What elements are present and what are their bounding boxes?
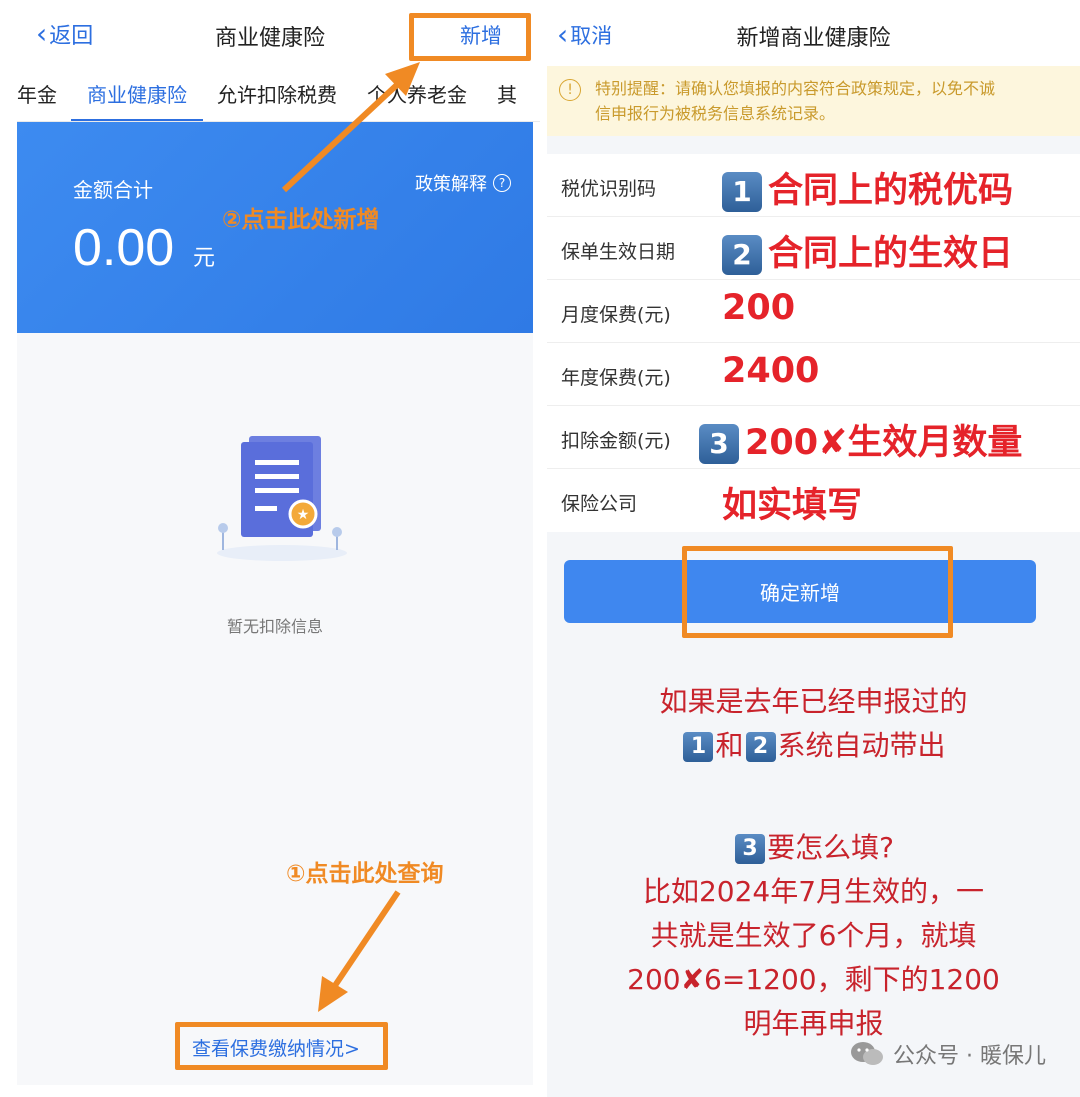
field-label: 扣除金额(元) [561, 430, 671, 452]
step-badge: 3 [699, 424, 739, 464]
policy-link[interactable]: 政策解释 ? [415, 170, 511, 196]
annotation-query-text: ①点击此处查询 [286, 861, 444, 887]
note-line: 3 要怎么填? [547, 826, 1080, 870]
watermark: 公众号 · 暖保儿 [849, 1038, 1046, 1070]
notice-line-2: 信申报行为被税务信息系统记录。 [595, 104, 836, 123]
insurance-form: 税优识别码 1 合同上的税优码 保单生效日期 2 合同上的生效日 月度保费(元) 2… [547, 154, 1080, 532]
field-label: 税优识别码 [561, 178, 657, 200]
field-value: 3 200✘生效月数量 [699, 414, 1022, 465]
divider [540, 0, 547, 1097]
notice-line-1: 特别提醒：请确认您填报的内容符合政策规定，以免不诚 [595, 79, 996, 98]
highlight-add-box [409, 13, 531, 61]
wechat-icon [851, 1042, 884, 1065]
sum-label: 金额合计 [73, 178, 153, 202]
field-value: 200 [722, 288, 796, 328]
amount-value: 0.00 [73, 219, 175, 277]
tab-other[interactable]: 其 [497, 66, 517, 121]
tab-personal-pension[interactable]: 个人养老金 [367, 66, 467, 121]
highlight-confirm-box [682, 546, 953, 638]
tab-annuity[interactable]: 年金 [17, 66, 57, 121]
field-value: 1 合同上的税优码 [722, 162, 1013, 213]
info-icon: ! [559, 79, 581, 101]
note-line: 如果是去年已经申报过的 [659, 685, 968, 718]
note-line: 共就是生效了6个月，就填 [650, 919, 977, 952]
tab-bar: 年金 商业健康险 允许扣除税费 个人养老金 其 [17, 66, 540, 122]
right-screen: ‹ 取消 新增商业健康险 ! 特别提醒：请确认您填报的内容符合政策规定，以免不诚… [547, 0, 1080, 1097]
note-text: 要怎么填? [767, 831, 894, 864]
field-label: 年度保费(元) [561, 367, 671, 389]
note-how-to-fill: 3 要怎么填? 比如2024年7月生效的，一 共就是生效了6个月，就填 200✘6… [547, 826, 1080, 1046]
field-annual-premium[interactable]: 年度保费(元) 2400 [547, 343, 1080, 406]
watermark-text: 公众号 · 暖保儿 [893, 1044, 1046, 1069]
note-text: 系统自动带出 [777, 729, 946, 762]
field-label: 保单生效日期 [561, 241, 676, 263]
field-label: 月度保费(元) [561, 304, 671, 326]
field-value: 如实填写 [722, 486, 863, 526]
right-header: ‹ 取消 新增商业健康险 [547, 0, 1080, 66]
step-badge: 1 [722, 172, 762, 212]
help-icon: ? [493, 174, 511, 192]
field-insurer[interactable]: 保险公司 如实填写 [547, 469, 1080, 532]
field-value: 2 合同上的生效日 [722, 225, 1013, 276]
note-line: 200✘6=1200，剩下的1200 [627, 963, 1000, 996]
step-badge: 2 [722, 235, 762, 275]
step-badge: 3 [735, 834, 766, 864]
empty-state: ★ 暂无扣除信息 [17, 333, 533, 1085]
field-monthly-premium[interactable]: 月度保费(元) 200 [547, 280, 1080, 343]
note-line: 1 和 2 系统自动带出 [547, 724, 1080, 768]
field-value-text: 合同上的税优码 [768, 171, 1014, 211]
tab-deductible-tax[interactable]: 允许扣除税费 [217, 66, 337, 121]
empty-text: 暂无扣除信息 [226, 617, 323, 636]
amount-unit: 元 [193, 246, 216, 271]
annotation-add-text: ②点击此处新增 [222, 207, 380, 233]
field-deduction-amount[interactable]: 扣除金额(元) 3 200✘生效月数量 [547, 406, 1080, 469]
notice-banner: ! 特别提醒：请确认您填报的内容符合政策规定，以免不诚 信申报行为被税务信息系统… [547, 66, 1080, 136]
tab-health-insurance[interactable]: 商业健康险 [71, 66, 203, 121]
field-effective-date[interactable]: 保单生效日期 2 合同上的生效日 [547, 217, 1080, 280]
highlight-view-box [175, 1022, 388, 1070]
step-badge: 2 [745, 732, 776, 762]
field-label: 保险公司 [561, 493, 638, 515]
empty-document-icon: ★ [217, 436, 347, 561]
left-screen: ‹ 返回 商业健康险 新增 年金 商业健康险 允许扣除税费 个人养老金 其 金额… [0, 0, 540, 1097]
svg-text:★: ★ [297, 507, 310, 523]
step-badge: 1 [683, 732, 714, 762]
form-title: 新增商业健康险 [736, 26, 891, 51]
note-line: 比如2024年7月生效的，一 [642, 875, 985, 908]
policy-label: 政策解释 [415, 174, 487, 195]
note-text: 和 [715, 729, 744, 762]
note-auto-fill: 如果是去年已经申报过的 1 和 2 系统自动带出 [547, 680, 1080, 768]
field-value-text: 200✘生效月数量 [745, 423, 1023, 463]
field-value-text: 合同上的生效日 [768, 234, 1014, 274]
field-tax-code[interactable]: 税优识别码 1 合同上的税优码 [547, 154, 1080, 217]
field-value: 2400 [722, 351, 820, 391]
